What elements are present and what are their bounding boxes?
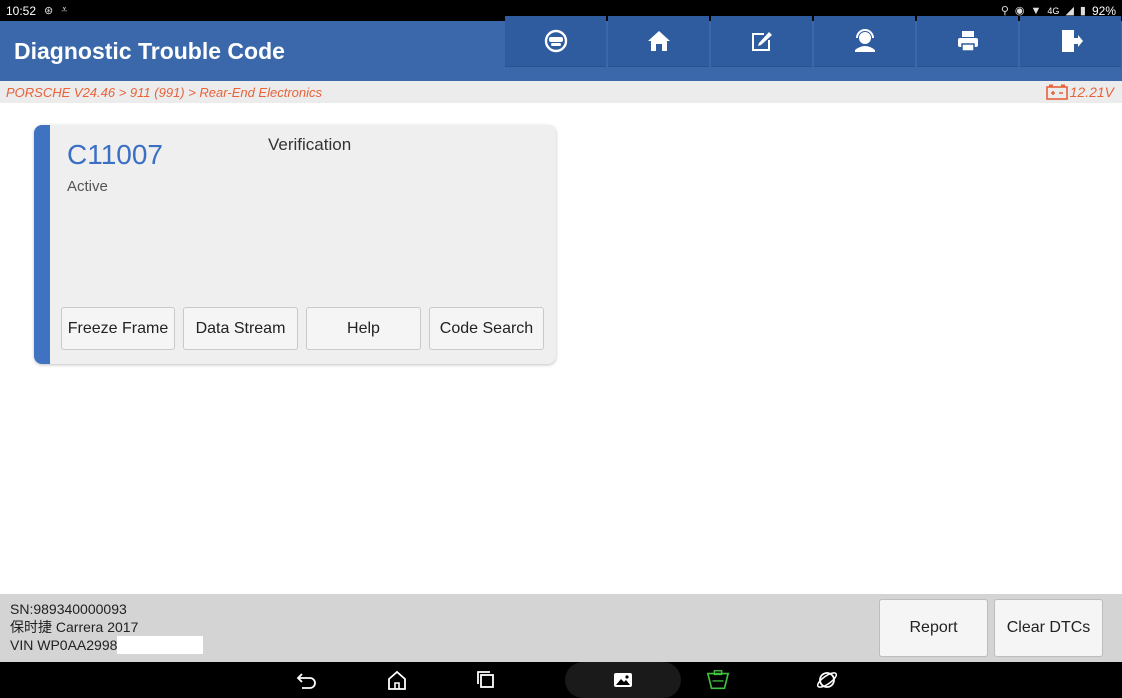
gallery-icon bbox=[614, 673, 632, 687]
support-button[interactable] bbox=[814, 16, 915, 67]
serial-number: SN:989340000093 bbox=[10, 601, 127, 617]
vehicle-model: 保时捷 Carrera 2017 bbox=[10, 619, 139, 635]
breadcrumb-bar: PORSCHE V24.46 > 911 (991) > Rear-End El… bbox=[0, 81, 1122, 103]
dtc-status: Active bbox=[67, 178, 108, 195]
screenshot-button[interactable] bbox=[611, 668, 635, 692]
home-icon bbox=[647, 31, 670, 51]
wifi-icon: ▼ bbox=[1030, 4, 1042, 17]
remote-diagnosis-button[interactable] bbox=[505, 16, 606, 67]
dtc-actions: Freeze Frame Data Stream Help Code Searc… bbox=[61, 307, 544, 350]
network-type: 4G bbox=[1047, 5, 1060, 16]
dtc-code: C11007 bbox=[67, 139, 164, 170]
card-accent bbox=[34, 125, 50, 364]
usb-icon: ⩡ bbox=[61, 4, 68, 16]
edit-button[interactable] bbox=[711, 16, 812, 67]
home-button[interactable] bbox=[608, 16, 709, 67]
edit-icon bbox=[751, 32, 772, 51]
voltage-value: 12.21V bbox=[1069, 84, 1114, 100]
planet-icon bbox=[816, 672, 838, 688]
remote-diagnosis-icon bbox=[544, 29, 567, 53]
clear-dtcs-button[interactable]: Clear DTCs bbox=[994, 599, 1103, 657]
vci-button[interactable] bbox=[706, 668, 730, 692]
toolbar bbox=[505, 16, 1122, 76]
help-button[interactable]: Help bbox=[306, 307, 421, 350]
support-icon bbox=[854, 29, 875, 52]
home-nav-icon bbox=[388, 670, 406, 690]
vin-row: VIN WP0AA2998 bbox=[10, 636, 204, 654]
code-search-button[interactable]: Code Search bbox=[429, 307, 544, 350]
vehicle-info: SN:989340000093 保时捷 Carrera 2017 VIN WP0… bbox=[10, 600, 204, 654]
dtc-card: C11007 Verification Active Freeze Frame … bbox=[34, 125, 556, 364]
vci-connector-icon bbox=[706, 670, 730, 690]
status-time: 10:52 bbox=[6, 3, 37, 18]
home-nav-button[interactable] bbox=[385, 668, 409, 692]
battery-voltage: 12.21V bbox=[1045, 84, 1122, 100]
print-button[interactable] bbox=[917, 16, 1018, 67]
header: Diagnostic Trouble Code bbox=[0, 16, 1122, 81]
freeze-frame-button[interactable]: Freeze Frame bbox=[61, 307, 175, 350]
vin-number: VIN WP0AA2998 bbox=[10, 637, 118, 653]
app-notification-icon: ⊛ bbox=[44, 5, 54, 17]
back-icon bbox=[296, 673, 316, 689]
vin-redaction bbox=[117, 636, 204, 654]
recent-apps-icon bbox=[477, 671, 494, 688]
data-stream-button[interactable]: Data Stream bbox=[183, 307, 298, 350]
exit-button[interactable] bbox=[1020, 16, 1121, 67]
bottom-bar: SN:989340000093 保时捷 Carrera 2017 VIN WP0… bbox=[0, 594, 1122, 662]
print-icon bbox=[957, 31, 978, 52]
report-button[interactable]: Report bbox=[879, 599, 988, 657]
navigation-bar bbox=[0, 662, 1122, 698]
recent-apps-button[interactable] bbox=[474, 668, 498, 692]
dtc-description: Verification bbox=[268, 135, 352, 154]
back-button[interactable] bbox=[295, 668, 319, 692]
breadcrumb: PORSCHE V24.46 > 911 (991) > Rear-End El… bbox=[6, 84, 323, 100]
car-battery-icon bbox=[1045, 84, 1068, 100]
browser-button[interactable] bbox=[815, 668, 839, 692]
exit-icon bbox=[1061, 30, 1083, 52]
page-title: Diagnostic Trouble Code bbox=[14, 37, 285, 64]
